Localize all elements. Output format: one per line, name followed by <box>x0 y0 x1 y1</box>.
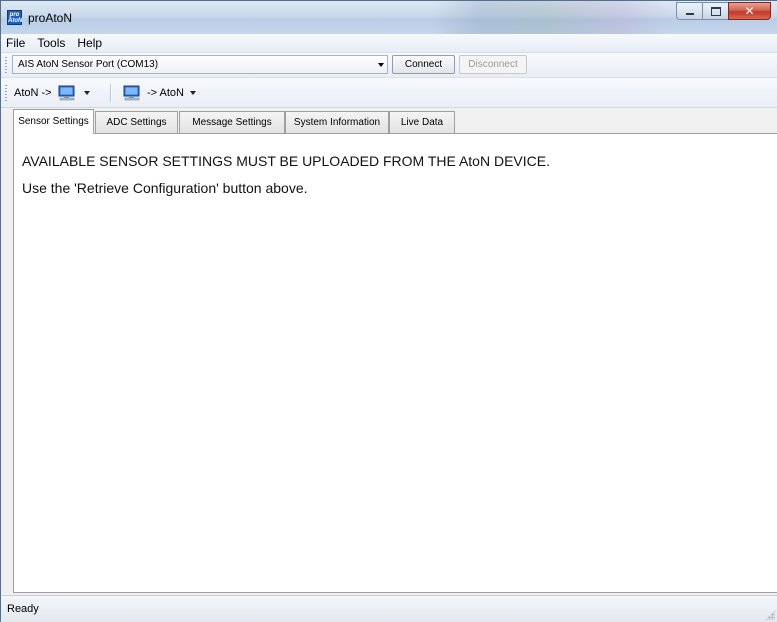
retrieve-hint: Use the 'Retrieve Configuration' button … <box>22 180 308 196</box>
toolbar-grip[interactable] <box>5 57 7 73</box>
sensor-settings-panel: AVAILABLE SENSOR SETTINGS MUST BE UPLOAD… <box>13 133 777 593</box>
window-title: proAtoN <box>28 11 73 25</box>
minimize-icon <box>685 13 694 15</box>
retrieve-label: AtoN -> <box>14 87 52 99</box>
maximize-button[interactable] <box>702 2 728 20</box>
port-select-value: AIS AtoN Sensor Port (COM13) <box>18 59 159 70</box>
chevron-down-icon[interactable] <box>83 91 90 95</box>
chevron-down-icon[interactable] <box>190 91 196 95</box>
caption-buttons: ✕ <box>676 2 771 20</box>
connection-toolbar: AIS AtoN Sensor Port (COM13) Connect Dis… <box>1 53 777 78</box>
maximize-icon <box>710 6 721 16</box>
send-label: -> AtoN <box>147 87 184 99</box>
send-to-aton-button[interactable]: -> AtoN <box>121 84 196 102</box>
tab-adc-settings[interactable]: ADC Settings <box>95 111 178 133</box>
port-select[interactable]: AIS AtoN Sensor Port (COM13) <box>12 55 388 74</box>
title-bar[interactable]: pro AtoN proAtoN ✕ <box>1 1 777 34</box>
retrieve-from-aton-button[interactable]: AtoN -> <box>14 84 90 102</box>
connect-button[interactable]: Connect <box>392 55 455 74</box>
status-bar: Ready <box>1 595 777 622</box>
status-text: Ready <box>7 603 39 615</box>
menu-tools[interactable]: Tools <box>31 36 71 50</box>
tab-live-data[interactable]: Live Data <box>389 111 455 133</box>
minimize-button[interactable] <box>676 2 702 20</box>
menu-file[interactable]: File <box>1 36 31 50</box>
toolbar-separator <box>110 84 112 102</box>
close-button[interactable]: ✕ <box>728 2 771 20</box>
transfer-toolbar: AtoN -> -> AtoN <box>1 78 777 108</box>
disconnect-button[interactable]: Disconnect <box>459 55 527 74</box>
upload-required-notice: AVAILABLE SENSOR SETTINGS MUST BE UPLOAD… <box>22 153 550 169</box>
menu-bar: File Tools Help <box>1 34 777 53</box>
tab-message-settings[interactable]: Message Settings <box>179 111 285 133</box>
menu-help[interactable]: Help <box>71 36 108 50</box>
close-icon: ✕ <box>744 4 755 18</box>
tab-system-information[interactable]: System Information <box>285 111 389 133</box>
tab-sensor-settings[interactable]: Sensor Settings <box>13 109 94 134</box>
app-logo-icon: pro AtoN <box>7 10 23 25</box>
computer-icon <box>123 85 140 101</box>
resize-grip-icon[interactable] <box>765 610 775 620</box>
toolbar-grip[interactable] <box>5 85 7 101</box>
app-window: pro AtoN proAtoN ✕ File Tools Help AIS At… <box>0 0 777 622</box>
computer-icon <box>58 85 75 101</box>
chevron-down-icon <box>378 63 384 67</box>
